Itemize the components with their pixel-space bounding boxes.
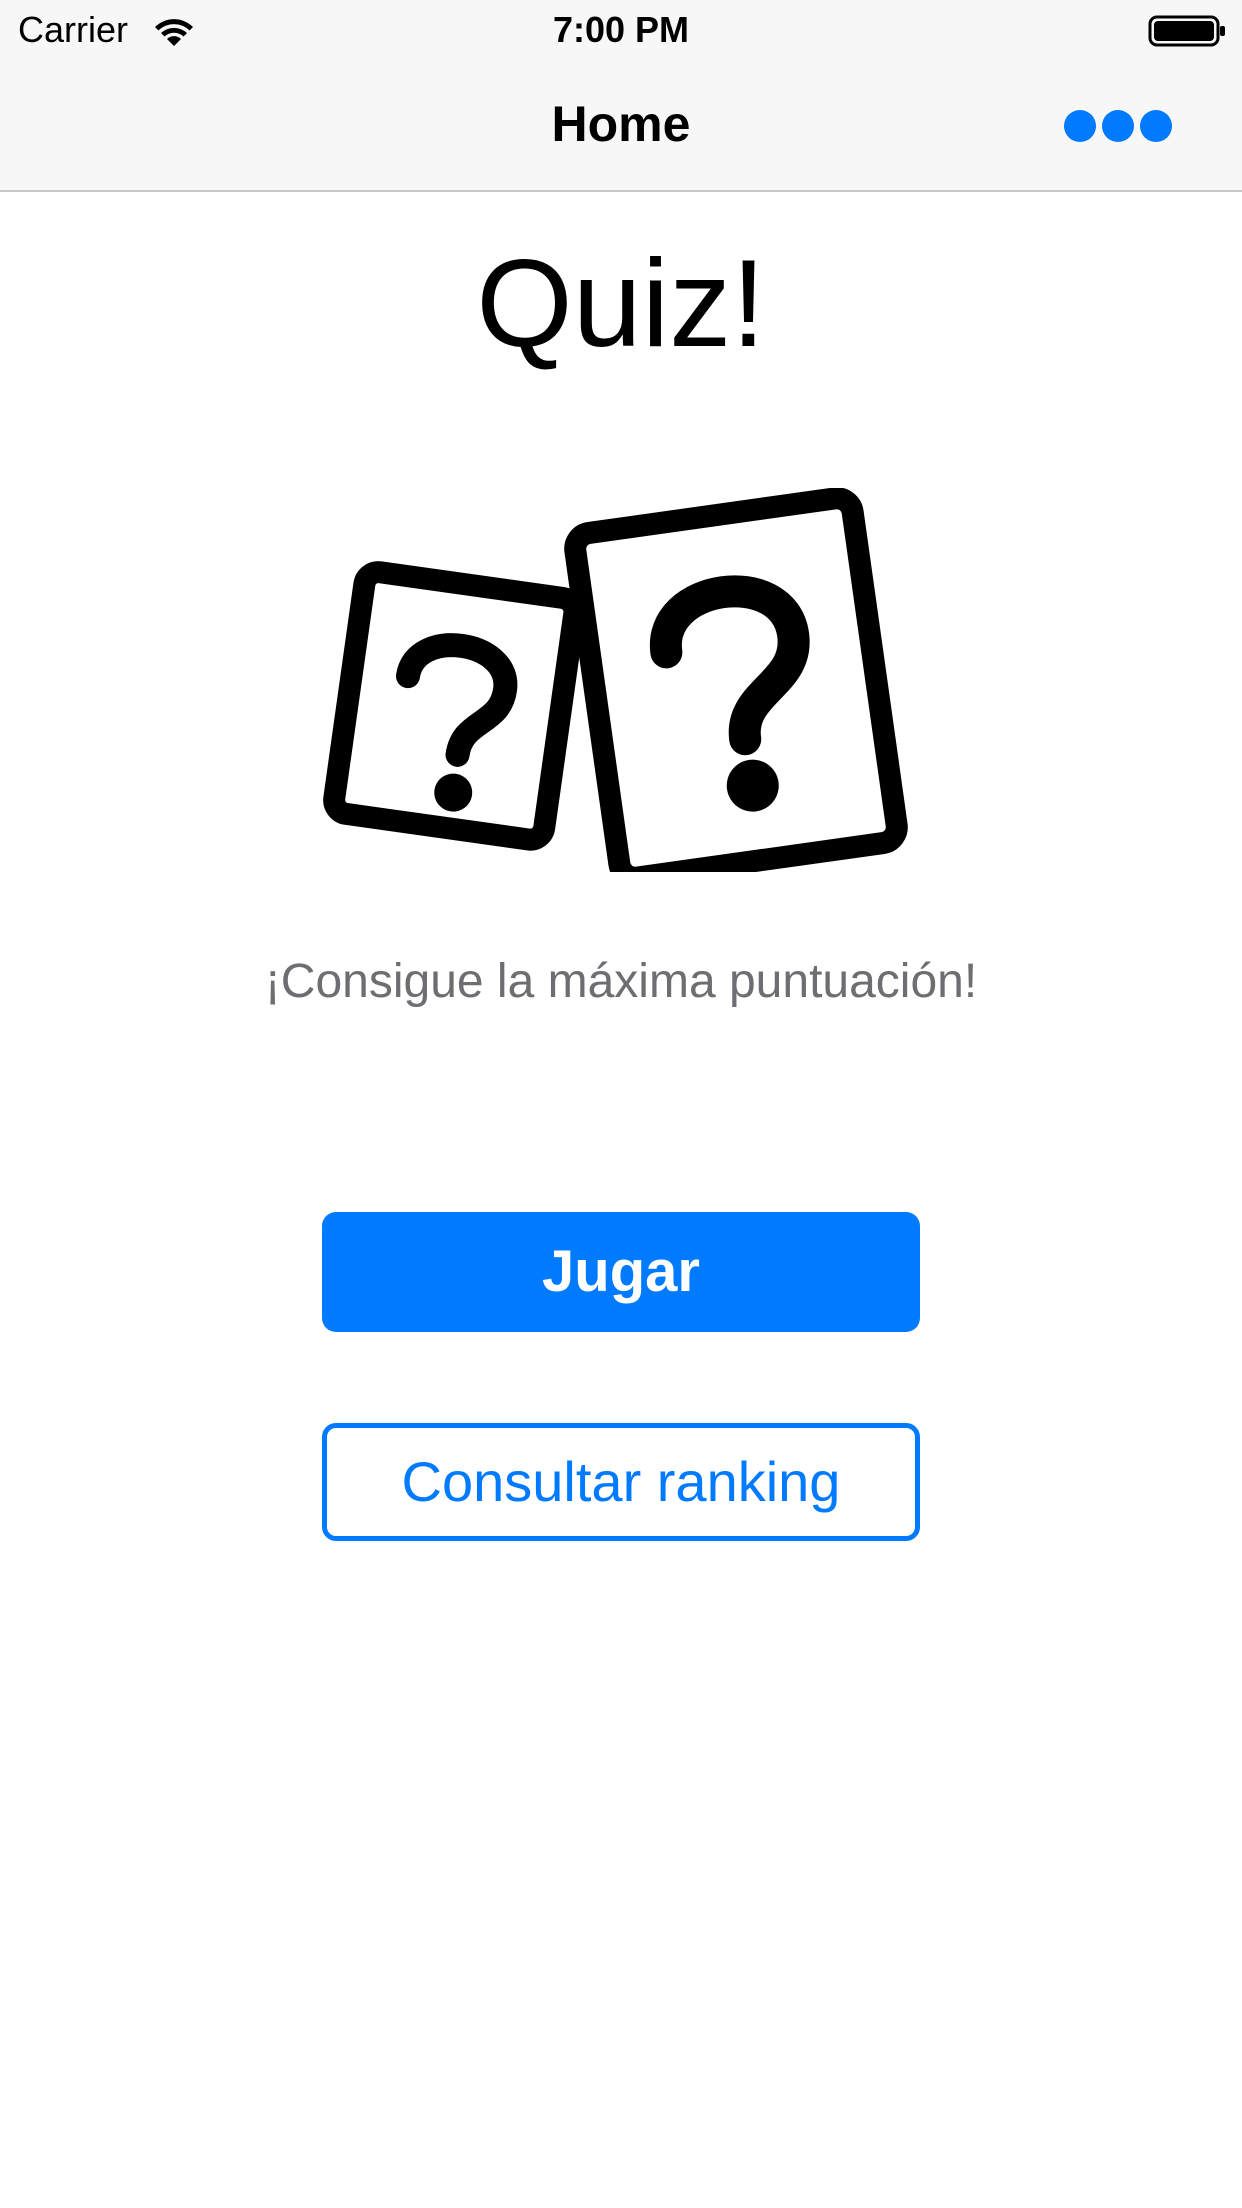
play-button[interactable]: Jugar [322,1212,920,1332]
more-icon [1064,110,1172,142]
page-title: Quiz! [476,235,766,373]
more-button[interactable] [1056,102,1176,150]
subtitle: ¡Consigue la máxima puntuación! [264,955,978,1008]
ranking-button[interactable]: Consultar ranking [322,1423,920,1541]
navigation-bar: Home [0,60,1242,192]
question-cards-icon [323,488,908,872]
status-bar: Carrier 7:00 PM [0,0,1242,60]
battery-icon [1148,15,1225,47]
status-time: 7:00 PM [552,9,690,50]
question-cards-image [320,488,922,872]
